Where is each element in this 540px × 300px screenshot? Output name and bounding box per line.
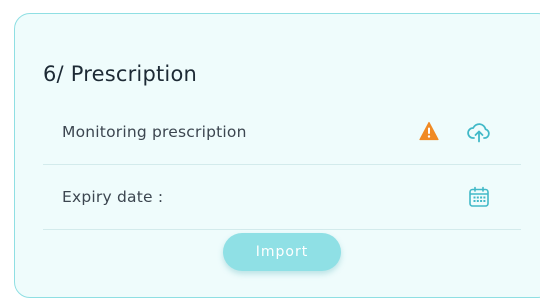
prescription-card: 6/ Prescription Monitoring prescription … <box>14 13 540 298</box>
monitoring-prescription-row: Monitoring prescription <box>43 100 521 165</box>
import-button[interactable]: Import <box>223 233 341 271</box>
cloud-upload-icon[interactable] <box>467 121 491 143</box>
calendar-icon[interactable] <box>468 186 490 208</box>
monitoring-prescription-label: Monitoring prescription <box>62 123 247 141</box>
warning-icon <box>419 121 439 141</box>
expiry-date-row: Expiry date : <box>43 165 521 230</box>
section-title: 6/ Prescription <box>43 62 198 86</box>
expiry-date-label: Expiry date : <box>62 188 164 206</box>
